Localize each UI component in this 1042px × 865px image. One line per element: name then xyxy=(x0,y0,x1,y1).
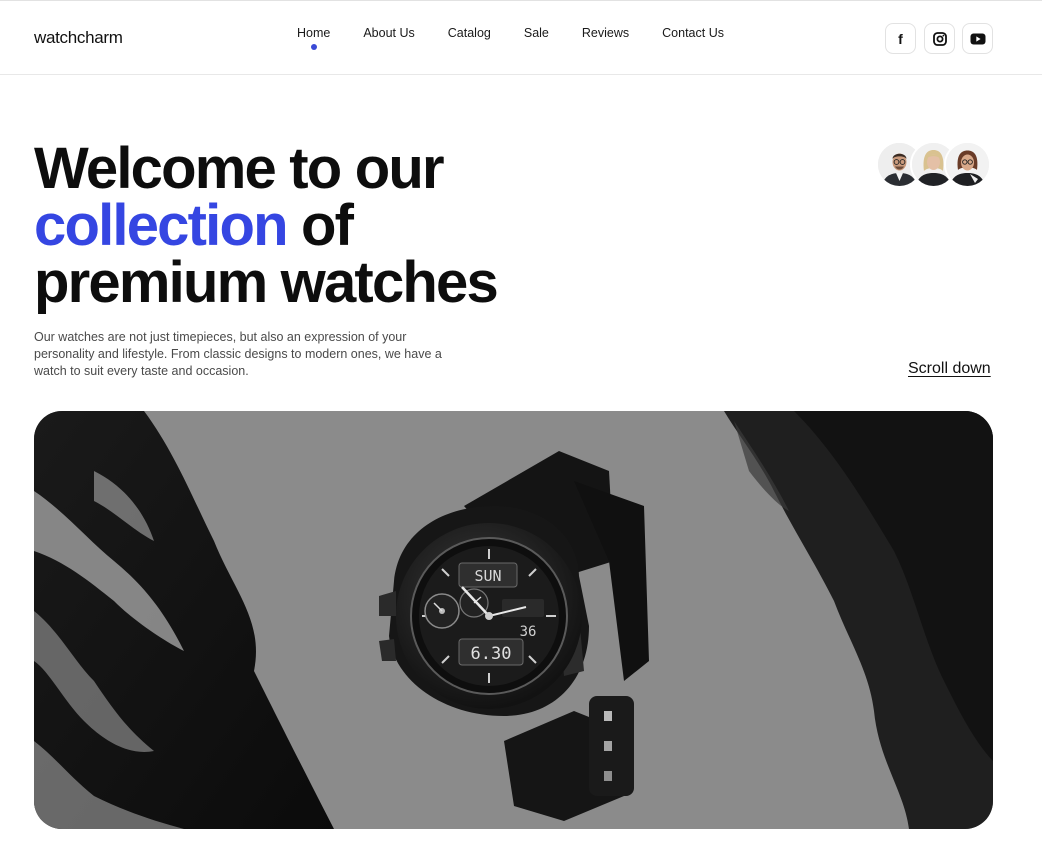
nav-home-label: Home xyxy=(297,26,331,40)
nav-reviews[interactable]: Reviews xyxy=(582,26,629,40)
instagram-button[interactable] xyxy=(924,23,955,54)
site-header: watchcharm Home About Us Catalog Sale Re… xyxy=(0,1,1042,75)
nav-home[interactable]: Home xyxy=(297,26,331,50)
facebook-button[interactable]: f xyxy=(885,23,916,54)
facebook-icon: f xyxy=(898,30,903,47)
nav-sale-label: Sale xyxy=(523,26,549,40)
nav-contact-us-label: Contact Us xyxy=(662,26,724,40)
nav-about-us-label: About Us xyxy=(363,26,415,40)
nav-about-us[interactable]: About Us xyxy=(363,26,414,40)
watch-date-display: 36 xyxy=(520,624,537,640)
watch-time-display: 6.30 xyxy=(471,644,512,664)
scroll-down-link[interactable]: Scroll down xyxy=(908,360,991,378)
nav-sale[interactable]: Sale xyxy=(524,26,549,40)
main-nav: Home About Us Catalog Sale Reviews Conta… xyxy=(297,26,724,50)
customer-avatars xyxy=(876,141,991,188)
hero-title-line-3: premium watches xyxy=(34,250,499,315)
nav-catalog[interactable]: Catalog xyxy=(448,26,491,40)
hero-watch-image: SUN 36 6.30 xyxy=(34,411,993,829)
youtube-icon xyxy=(970,33,985,44)
hero-title-line-2: collection of xyxy=(34,197,497,255)
watch-day-display: SUN xyxy=(474,567,501,585)
woman-with-glasses-avatar xyxy=(944,141,991,188)
youtube-button[interactable] xyxy=(962,23,993,54)
hero-title-line-2-rest: of xyxy=(286,193,354,258)
hero-title: Welcome to our collection of premium wat… xyxy=(34,136,499,315)
nav-catalog-label: Catalog xyxy=(447,26,491,40)
hero-description: Our watches are not just timepieces, but… xyxy=(34,330,442,378)
nav-contact-us[interactable]: Contact Us xyxy=(662,26,724,40)
hero-title-line-1: Welcome to our xyxy=(34,136,445,201)
instagram-icon xyxy=(932,31,947,46)
brand-logo[interactable]: watchcharm xyxy=(34,28,123,48)
active-indicator-dot xyxy=(310,44,317,50)
nav-reviews-label: Reviews xyxy=(581,26,630,40)
hero-title-accent-word: collection xyxy=(34,193,289,258)
